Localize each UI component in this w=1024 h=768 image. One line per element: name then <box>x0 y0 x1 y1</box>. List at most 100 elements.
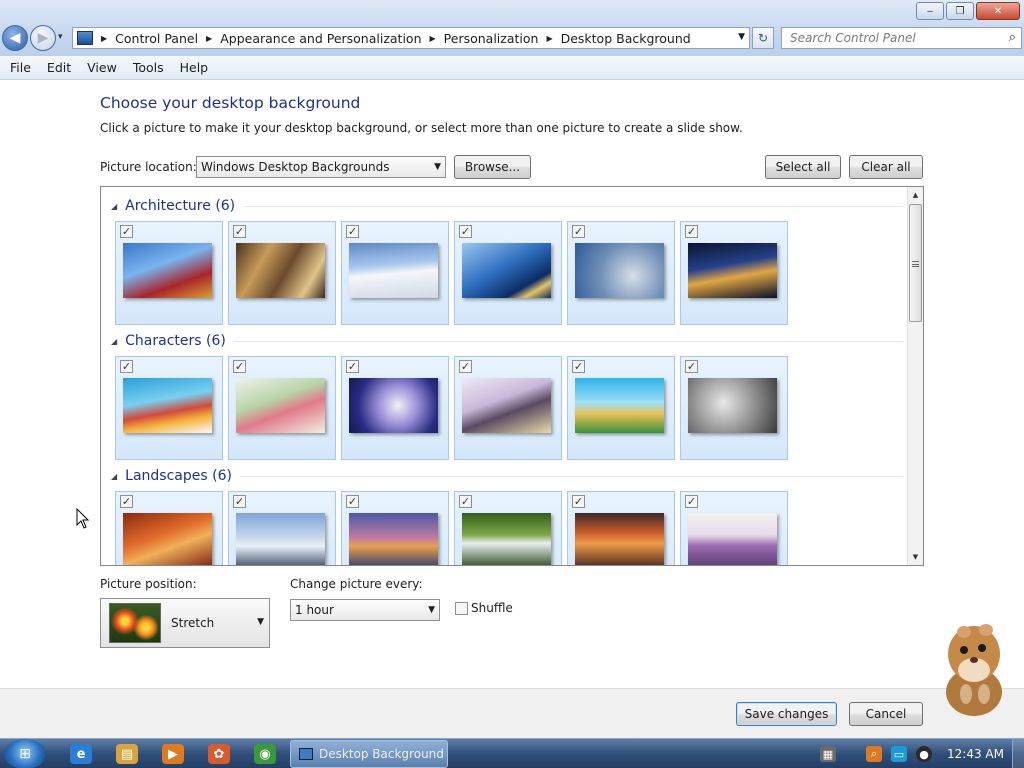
refresh-button[interactable]: ↻ <box>752 27 774 49</box>
wallpaper-tile[interactable]: ✓ <box>680 491 788 565</box>
clear-all-button[interactable]: Clear all <box>849 155 923 179</box>
wallpaper-checkbox[interactable]: ✓ <box>233 360 246 373</box>
wallpaper-tile[interactable]: ✓ <box>341 491 449 565</box>
breadcrumb-separator-icon[interactable]: ▶ <box>546 34 552 43</box>
forward-button[interactable]: ▶ <box>30 25 56 51</box>
wallpaper-checkbox[interactable]: ✓ <box>233 225 246 238</box>
wallpaper-tile[interactable]: ✓ <box>454 491 562 565</box>
scroll-down-icon[interactable]: ▼ <box>908 549 923 565</box>
media-player-icon[interactable]: ▶ <box>162 744 184 764</box>
wallpaper-checkbox[interactable]: ✓ <box>120 225 133 238</box>
wallpaper-checkbox[interactable]: ✓ <box>120 495 133 508</box>
wallpaper-thumbnail[interactable] <box>462 513 551 565</box>
breadcrumb-desktop-background[interactable]: Desktop Background <box>561 31 691 46</box>
ie-icon[interactable]: e <box>70 744 92 764</box>
wallpaper-checkbox[interactable]: ✓ <box>120 360 133 373</box>
shuffle-checkbox-box[interactable] <box>455 601 468 615</box>
collapse-triangle-icon[interactable]: ◢ <box>111 337 117 346</box>
wallpaper-thumbnail[interactable] <box>462 243 551 298</box>
address-dropdown-icon[interactable]: ▼ <box>738 32 745 42</box>
taskbar-clock[interactable]: 12:43 AM <box>947 747 1004 761</box>
wallpaper-thumbnail[interactable] <box>575 513 664 565</box>
menu-view[interactable]: View <box>77 60 123 75</box>
menu-file[interactable]: File <box>0 60 37 75</box>
wallpaper-thumbnail[interactable] <box>236 378 325 433</box>
wallpaper-tile[interactable]: ✓ <box>115 221 223 325</box>
search-input[interactable]: Search Control Panel ⌕ <box>781 27 1022 49</box>
breadcrumb-appearance[interactable]: Appearance and Personalization <box>220 31 421 46</box>
wallpaper-thumbnail[interactable] <box>462 378 551 433</box>
wallpaper-thumbnail[interactable] <box>236 243 325 298</box>
wallpaper-checkbox[interactable]: ✓ <box>459 360 472 373</box>
recent-pages-dropdown-icon[interactable]: ▾ <box>58 32 63 42</box>
wallpaper-tile[interactable]: ✓ <box>680 356 788 460</box>
wallpaper-thumbnail[interactable] <box>575 378 664 433</box>
wallpaper-thumbnail[interactable] <box>349 513 438 565</box>
menu-help[interactable]: Help <box>170 60 215 75</box>
wallpaper-tile[interactable]: ✓ <box>341 356 449 460</box>
menu-edit[interactable]: Edit <box>37 60 77 75</box>
maximize-button[interactable]: ❐ <box>946 2 974 20</box>
wallpaper-tile[interactable]: ✓ <box>341 221 449 325</box>
wallpaper-thumbnail[interactable] <box>688 378 777 433</box>
wallpaper-tile[interactable]: ✓ <box>680 221 788 325</box>
scroll-up-icon[interactable]: ▲ <box>908 187 923 203</box>
search-icon[interactable]: ⌕ <box>1009 28 1016 48</box>
network-tray-icon[interactable]: ▦ <box>820 746 836 762</box>
breadcrumb-separator-icon[interactable]: ▶ <box>101 34 107 43</box>
back-button[interactable]: ◀ <box>2 25 28 51</box>
save-changes-button[interactable]: Save changes <box>736 702 837 726</box>
wallpaper-thumbnail[interactable] <box>688 243 777 298</box>
wallpaper-checkbox[interactable]: ✓ <box>572 495 585 508</box>
wallpaper-tile[interactable]: ✓ <box>228 491 336 565</box>
show-desktop-button[interactable] <box>1012 739 1024 768</box>
wallpaper-tile[interactable]: ✓ <box>454 356 562 460</box>
wallpaper-checkbox[interactable]: ✓ <box>685 495 698 508</box>
gallery-scrollbar[interactable]: ▲ ▼ <box>907 187 923 565</box>
wallpaper-tile[interactable]: ✓ <box>567 221 675 325</box>
wallpaper-checkbox[interactable]: ✓ <box>346 360 359 373</box>
wallpaper-checkbox[interactable]: ✓ <box>346 225 359 238</box>
wallpaper-checkbox[interactable]: ✓ <box>572 225 585 238</box>
group-header[interactable]: ◢ Architecture (6) <box>109 195 903 217</box>
select-all-button[interactable]: Select all <box>765 155 841 179</box>
minimize-button[interactable]: ‒ <box>916 2 944 20</box>
wallpaper-tile[interactable]: ✓ <box>115 356 223 460</box>
breadcrumb-personalization[interactable]: Personalization <box>444 31 539 46</box>
shuffle-checkbox[interactable]: Shuffle <box>455 601 513 615</box>
wallpaper-checkbox[interactable]: ✓ <box>459 495 472 508</box>
menu-tools[interactable]: Tools <box>123 60 170 75</box>
search-tray-icon[interactable]: ⌕ <box>866 746 882 762</box>
wallpaper-tile[interactable]: ✓ <box>228 221 336 325</box>
group-header[interactable]: ◢ Landscapes (6) <box>109 465 903 487</box>
wallpaper-tile[interactable]: ✓ <box>567 491 675 565</box>
breadcrumb-separator-icon[interactable]: ▶ <box>206 34 212 43</box>
wallpaper-checkbox[interactable]: ✓ <box>233 495 246 508</box>
wallpaper-tile[interactable]: ✓ <box>228 356 336 460</box>
wallpaper-checkbox[interactable]: ✓ <box>572 360 585 373</box>
wallpaper-thumbnail[interactable] <box>123 378 212 433</box>
wallpaper-checkbox[interactable]: ✓ <box>459 225 472 238</box>
wallpaper-thumbnail[interactable] <box>123 513 212 565</box>
wallpaper-tile[interactable]: ✓ <box>115 491 223 565</box>
wallpaper-checkbox[interactable]: ✓ <box>685 360 698 373</box>
collapse-triangle-icon[interactable]: ◢ <box>111 202 117 211</box>
wallpaper-tile[interactable]: ✓ <box>567 356 675 460</box>
picture-location-select[interactable]: Windows Desktop Backgrounds ▼ <box>196 156 446 178</box>
wallpaper-thumbnail[interactable] <box>688 513 777 565</box>
taskbar-active-window[interactable]: Desktop Background <box>290 740 448 768</box>
paint-icon[interactable]: ✿ <box>208 744 230 764</box>
address-bar[interactable]: ▶ Control Panel ▶ Appearance and Persona… <box>72 27 750 49</box>
wallpaper-checkbox[interactable]: ✓ <box>346 495 359 508</box>
chrome-icon[interactable]: ◉ <box>254 744 276 764</box>
picture-position-select[interactable]: Stretch ▼ <box>100 598 270 648</box>
scrollbar-thumb[interactable] <box>909 204 922 322</box>
wallpaper-thumbnail[interactable] <box>236 513 325 565</box>
wallpaper-thumbnail[interactable] <box>349 378 438 433</box>
change-picture-interval-select[interactable]: 1 hour ▼ <box>290 599 440 621</box>
breadcrumb-separator-icon[interactable]: ▶ <box>430 34 436 43</box>
record-tray-icon[interactable]: ● <box>916 746 932 762</box>
breadcrumb-control-panel[interactable]: Control Panel <box>115 31 198 46</box>
wallpaper-thumbnail[interactable] <box>349 243 438 298</box>
monitor-tray-icon[interactable]: ▭ <box>891 746 907 762</box>
